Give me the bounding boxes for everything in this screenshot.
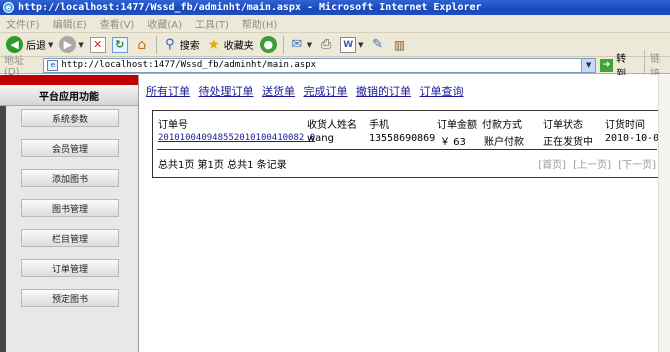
chevron-down-icon: ▼ [48,40,54,49]
media-icon: ● [259,36,277,53]
refresh-button[interactable]: ↻ [111,36,128,53]
address-bar: 地址(D) e http://localhost:1477/Wssd_fb/ad… [0,50,670,80]
page-content: 平台应用功能 系统参数 会员管理 添加图书 图书管理 栏目管理 订单管理 预定图… [0,75,665,352]
receiver-name: wang [307,133,334,144]
sidebar: 平台应用功能 系统参数 会员管理 添加图书 图书管理 栏目管理 订单管理 预定图… [0,75,139,352]
word-icon: W [340,36,357,53]
back-label: 后退 [26,41,46,52]
favorites-label: 收藏夹 [223,41,254,52]
discuss-icon: ✎ [372,37,384,52]
nav-delivery-orders[interactable]: 送货单 [262,85,295,98]
col-status: 订单状态 [543,120,583,131]
go-arrow-icon: ➜ [600,58,614,72]
order-amount: ￥ 63 [440,137,466,148]
search-label: 搜索 [179,41,200,52]
col-payment: 付款方式 [482,120,522,131]
chevron-down-icon: ▼ [358,40,364,49]
search-icon: ⚲ [165,37,175,52]
sidebar-item-book-management[interactable]: 图书管理 [21,199,119,217]
toolbar: ◀ 后退 ▼ ▶ ▼ ✕ ↻ ⌂ ⚲ 搜索 ★ 收藏夹 ● ✉ ▼ ⎙ W ▼ … [0,33,670,57]
sidebar-item-system-params[interactable]: 系统参数 [21,109,119,127]
table-divider [157,149,657,150]
nav-all-orders[interactable]: 所有订单 [146,85,190,98]
order-number-link[interactable]: 201010040948552010100410082 0 [158,133,315,143]
col-phone: 手机 [369,120,389,131]
page-icon: e [47,59,59,71]
media-button[interactable]: ● [259,36,277,53]
window-title: http://localhost:1477/Wssd_fb/adminht/ma… [18,2,482,13]
menu-tools[interactable]: 工具(T) [195,16,229,31]
sidebar-accent-bar [0,75,6,352]
menu-favorites[interactable]: 收藏(A) [147,16,182,31]
stop-icon: ✕ [89,36,106,53]
print-icon: ⎙ [320,37,332,52]
main-panel: 所有订单 待处理订单 送货单 完成订单 撤销的订单 订单查询 订单号 收货人姓名… [146,83,665,352]
forward-arrow-icon: ▶ [59,36,77,53]
nav-order-search[interactable]: 订单查询 [420,85,464,98]
address-url: http://localhost:1477/Wssd_fb/adminht/ma… [61,60,317,70]
orders-table: 订单号 收货人姓名 手机 订单金额 付款方式 订单状态 订货时间 2010100… [152,110,665,178]
menu-view[interactable]: 查看(V) [100,16,135,31]
vertical-scrollbar[interactable] [658,75,670,352]
chevron-down-icon: ▼ [78,40,84,49]
print-button[interactable]: ⎙ [318,37,334,53]
forward-button[interactable]: ▶ ▼ [59,36,84,53]
pager-summary: 总共1页 第1页 总共1 条记录 [158,160,287,171]
stop-button[interactable]: ✕ [89,36,106,53]
star-icon: ★ [207,36,221,53]
menu-help[interactable]: 帮助(H) [242,16,277,31]
sidebar-item-member-management[interactable]: 会员管理 [21,139,119,157]
sidebar-item-category-management[interactable]: 栏目管理 [21,229,119,247]
messenger-button[interactable]: ▥ [392,37,408,53]
title-bar: e http://localhost:1477/Wssd_fb/adminht/… [0,0,670,15]
back-arrow-icon: ◀ [6,36,23,53]
chevron-down-icon: ▼ [306,40,313,49]
payment-method: 账户付款 [484,137,524,148]
col-amount: 订单金额 [437,120,477,131]
address-input[interactable]: e http://localhost:1477/Wssd_fb/adminht/… [43,57,597,73]
menu-bar: 文件(F) 编辑(E) 查看(V) 收藏(A) 工具(T) 帮助(H) [0,15,670,33]
pager-first[interactable]: [首页] [538,160,566,171]
internet-explorer-icon: e [3,2,14,13]
pager-links: [首页] [上一页] [下一页] [534,156,656,171]
col-order-no: 订单号 [158,120,188,131]
nav-cancelled-orders[interactable]: 撤销的订单 [356,85,411,98]
menu-edit[interactable]: 编辑(E) [53,16,87,31]
search-button[interactable]: ⚲ 搜索 [162,37,200,53]
order-status: 正在发货中 [543,137,593,148]
menu-file[interactable]: 文件(F) [6,16,40,31]
mail-button[interactable]: ✉ ▼ [289,37,312,53]
discuss-button[interactable]: ✎ [370,37,386,53]
sidebar-header: 平台应用功能 [0,85,138,106]
pager-prev[interactable]: [上一页] [573,160,611,171]
sidebar-item-add-book[interactable]: 添加图书 [21,169,119,187]
favorites-button[interactable]: ★ 收藏夹 [206,37,254,53]
col-receiver-name: 收货人姓名 [307,120,357,131]
nav-completed-orders[interactable]: 完成订单 [304,85,348,98]
edit-button[interactable]: W ▼ [340,36,364,53]
phone-number: 13558690869 [369,133,436,144]
home-button[interactable]: ⌂ [134,37,150,53]
back-button[interactable]: ◀ 后退 ▼ [6,36,53,53]
sidebar-top-bar [0,75,138,85]
order-nav: 所有订单 待处理订单 送货单 完成订单 撤销的订单 订单查询 [146,83,469,99]
sidebar-item-reserve-book[interactable]: 预定图书 [21,289,119,307]
sidebar-item-order-management[interactable]: 订单管理 [21,259,119,277]
refresh-icon: ↻ [111,36,128,53]
home-icon: ⌂ [137,36,147,53]
order-date: 2010-10-04 [605,133,666,144]
nav-pending-orders[interactable]: 待处理订单 [199,85,254,98]
research-icon: ▥ [393,37,406,52]
mail-icon: ✉ [291,37,303,52]
col-order-date: 订货时间 [605,120,645,131]
pager-next[interactable]: [下一页] [618,160,656,171]
toolbar-separator [155,35,157,54]
toolbar-separator [282,35,284,54]
address-dropdown-icon[interactable]: ▼ [581,58,596,72]
